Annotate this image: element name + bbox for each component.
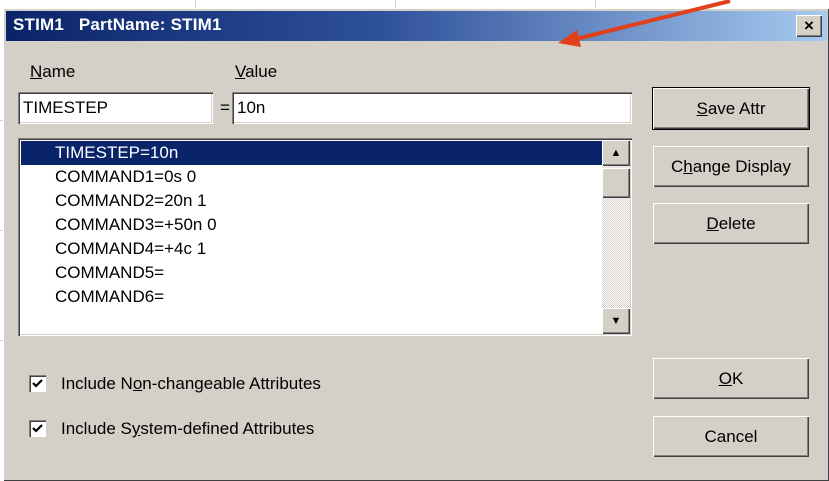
delete-button[interactable]: Delete bbox=[653, 203, 809, 244]
non-changeable-checkbox[interactable] bbox=[29, 375, 46, 392]
name-field[interactable]: TIMESTEP bbox=[18, 92, 213, 124]
list-item[interactable]: COMMAND5= bbox=[21, 261, 603, 285]
checkmark-icon bbox=[32, 424, 43, 433]
attribute-list[interactable]: TIMESTEP=10n COMMAND1=0s 0 COMMAND2=20n 1C… bbox=[18, 138, 632, 336]
value-label-mnemonic: V bbox=[235, 62, 246, 81]
non-changeable-label[interactable]: Include Non-changeable Attributes bbox=[61, 374, 321, 394]
nc-rest: n-changeable Attributes bbox=[142, 374, 321, 393]
list-item[interactable]: COMMAND6= bbox=[21, 285, 603, 309]
list-item[interactable]: TIMESTEP=10n bbox=[21, 141, 603, 165]
name-label: Name bbox=[30, 62, 75, 82]
system-defined-label[interactable]: Include System-defined Attributes bbox=[61, 419, 314, 439]
scroll-thumb[interactable] bbox=[602, 168, 630, 198]
save-mnemonic: S bbox=[696, 99, 708, 118]
equals-sign: = bbox=[220, 98, 230, 117]
ok-rest: K bbox=[731, 369, 744, 388]
delete-rest: elete bbox=[718, 214, 756, 233]
list-item[interactable]: COMMAND4=+4c 1 bbox=[21, 237, 603, 261]
name-label-rest: ame bbox=[42, 62, 76, 81]
save-attr-button[interactable]: Save Attr bbox=[653, 88, 809, 129]
list-item[interactable]: COMMAND1=0s 0 bbox=[21, 165, 603, 189]
save-rest: ave Attr bbox=[707, 99, 766, 118]
delete-mnemonic: D bbox=[706, 214, 719, 233]
system-defined-checkbox[interactable] bbox=[29, 420, 46, 437]
sd-rest: stem-defined Attributes bbox=[140, 419, 315, 438]
nc-pre: Include N bbox=[61, 374, 133, 393]
ok-button[interactable]: OK bbox=[653, 358, 809, 399]
value-label-rest: alue bbox=[245, 62, 278, 81]
nc-mnemonic: o bbox=[132, 374, 143, 393]
scroll-down-button[interactable]: ▼ bbox=[602, 308, 630, 334]
name-label-mnemonic: N bbox=[30, 62, 43, 81]
value-field[interactable]: 10n bbox=[232, 92, 632, 124]
change-display-mnemonic: h bbox=[683, 157, 693, 176]
ok-mnemonic: O bbox=[718, 369, 732, 388]
list-scrollbar[interactable]: ▲ ▼ bbox=[602, 140, 630, 334]
scroll-up-button[interactable]: ▲ bbox=[602, 140, 630, 166]
change-display-rest: ange Display bbox=[692, 157, 792, 176]
change-display-pre: C bbox=[670, 157, 684, 176]
annotation-arrow bbox=[558, 0, 731, 47]
list-item[interactable]: COMMAND2=20n 1 bbox=[21, 189, 603, 213]
list-item[interactable]: COMMAND3=+50n 0 bbox=[21, 213, 603, 237]
cancel-button[interactable]: Cancel bbox=[653, 416, 809, 457]
arrow-up-icon: ▲ bbox=[610, 147, 622, 159]
change-display-button[interactable]: Change Display bbox=[653, 146, 809, 187]
value-label: Value bbox=[235, 62, 277, 82]
arrow-down-icon: ▼ bbox=[610, 315, 622, 327]
attributes-dialog: STIM1 PartName: STIM1 × Name Value TIMES… bbox=[3, 8, 829, 481]
sd-pre: Include S bbox=[61, 419, 132, 438]
checkmark-icon bbox=[32, 379, 43, 388]
